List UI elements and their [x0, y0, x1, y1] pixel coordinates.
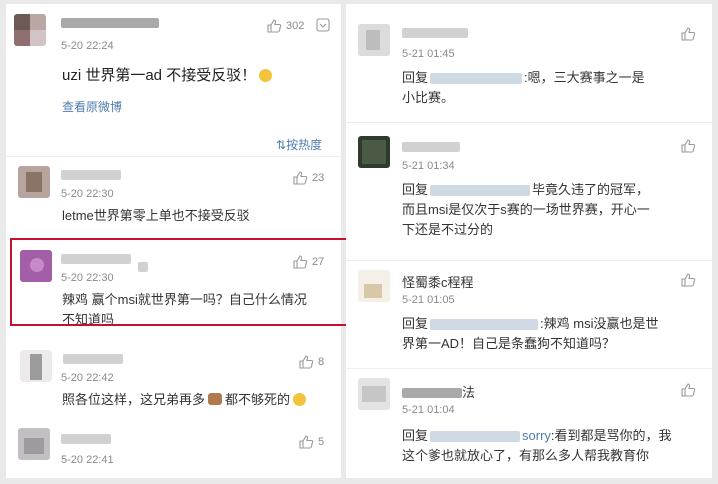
like-button[interactable]: 23 [292, 170, 324, 186]
sort-by-hot-button[interactable]: ⇅按热度 [276, 136, 322, 153]
username-redacted[interactable] [61, 170, 121, 180]
username-redacted[interactable] [402, 28, 468, 38]
thumbs-up-icon [299, 355, 314, 369]
comment-text: 回复:辣鸡 msi没赢也是世 界第一AD！自己是条蠢狗不知道吗？ [402, 316, 659, 351]
thumbs-up-icon [299, 435, 314, 449]
avatar[interactable] [18, 428, 50, 460]
mention-redacted[interactable] [430, 185, 531, 197]
comment-text: letme世界第零上单也不接受反驳 [62, 208, 250, 223]
like-button[interactable] [680, 272, 696, 293]
avatar[interactable] [358, 378, 390, 410]
like-button[interactable] [680, 26, 696, 47]
mention-redacted[interactable] [430, 431, 521, 443]
username-redacted[interactable] [61, 434, 111, 444]
thumbs-up-icon [681, 27, 696, 41]
username-redacted[interactable] [63, 354, 123, 364]
username-redacted[interactable] [402, 142, 460, 152]
avatar[interactable] [358, 136, 390, 168]
sweat-emoji-icon [293, 393, 307, 406]
avatar[interactable] [20, 350, 52, 382]
like-button[interactable] [680, 382, 696, 403]
like-count: 23 [312, 172, 325, 184]
comment-text: 照各位这样，这兄弟再多 都不够死的 [62, 390, 307, 410]
avatar[interactable] [18, 166, 50, 198]
post-text: uzi 世界第一ad 不接受反驳！ [62, 66, 273, 86]
like-count: 8 [318, 356, 325, 368]
like-count: 5 [318, 436, 325, 448]
highlight-box [10, 238, 348, 326]
comment-time: 5-21 01:05 [402, 294, 455, 306]
sort-icon: ⇅ [276, 138, 287, 152]
mention-redacted[interactable] [430, 73, 523, 85]
avatar[interactable] [358, 24, 390, 56]
like-button[interactable]: 8 [298, 354, 324, 370]
divider [346, 368, 712, 369]
smile-emoji-icon [259, 69, 273, 82]
comment-text: 回复 sorry:看到都是骂你的，我 这个爹也就放心了，有那么多人帮我教育你 [402, 428, 672, 463]
like-count: 302 [286, 20, 305, 32]
right-comment-panel: 5-21 01:45 回复:嗯，三大赛事之一是 小比赛。 5-21 01:34 … [346, 4, 712, 478]
divider [346, 122, 712, 123]
comment-text: 回复:嗯，三大赛事之一是 小比赛。 [402, 70, 645, 105]
comment-time: 5-21 01:34 [402, 160, 455, 172]
thumbs-up-icon [681, 139, 696, 153]
thumbs-up-icon [293, 171, 308, 185]
thumbs-up-icon [681, 383, 696, 397]
like-button[interactable]: 5 [298, 434, 324, 450]
comment-time: 5-21 01:45 [402, 48, 455, 60]
comment-time: 5-20 22:24 [61, 40, 114, 52]
divider [6, 156, 341, 157]
view-original-link[interactable]: 查看原微博 [62, 98, 122, 115]
like-button[interactable] [680, 138, 696, 159]
username-redacted [402, 388, 462, 398]
thumbs-up-icon [267, 19, 282, 33]
comment-time: 5-20 22:41 [61, 454, 114, 466]
comment-time: 5-20 22:42 [61, 372, 114, 384]
username[interactable]: 法 [402, 382, 475, 401]
avatar[interactable] [358, 270, 390, 302]
horse-emoji-icon [208, 393, 223, 405]
username-redacted[interactable] [61, 18, 159, 28]
divider [346, 260, 712, 261]
comment-time: 5-21 01:04 [402, 404, 455, 416]
comment-time: 5-20 22:30 [61, 188, 114, 200]
thumbs-up-icon [681, 273, 696, 287]
more-icon[interactable] [316, 18, 330, 37]
like-button[interactable]: 302 [266, 18, 304, 34]
avatar[interactable] [14, 14, 46, 46]
mention-redacted[interactable] [430, 319, 539, 331]
comment-text: 回复 毕竟久违了的冠军， 而且msi是仅次于s赛的一场世界赛，开心一 下还是不过分… [402, 182, 650, 237]
username[interactable]: 怪蜀黍c程程 [402, 272, 474, 291]
